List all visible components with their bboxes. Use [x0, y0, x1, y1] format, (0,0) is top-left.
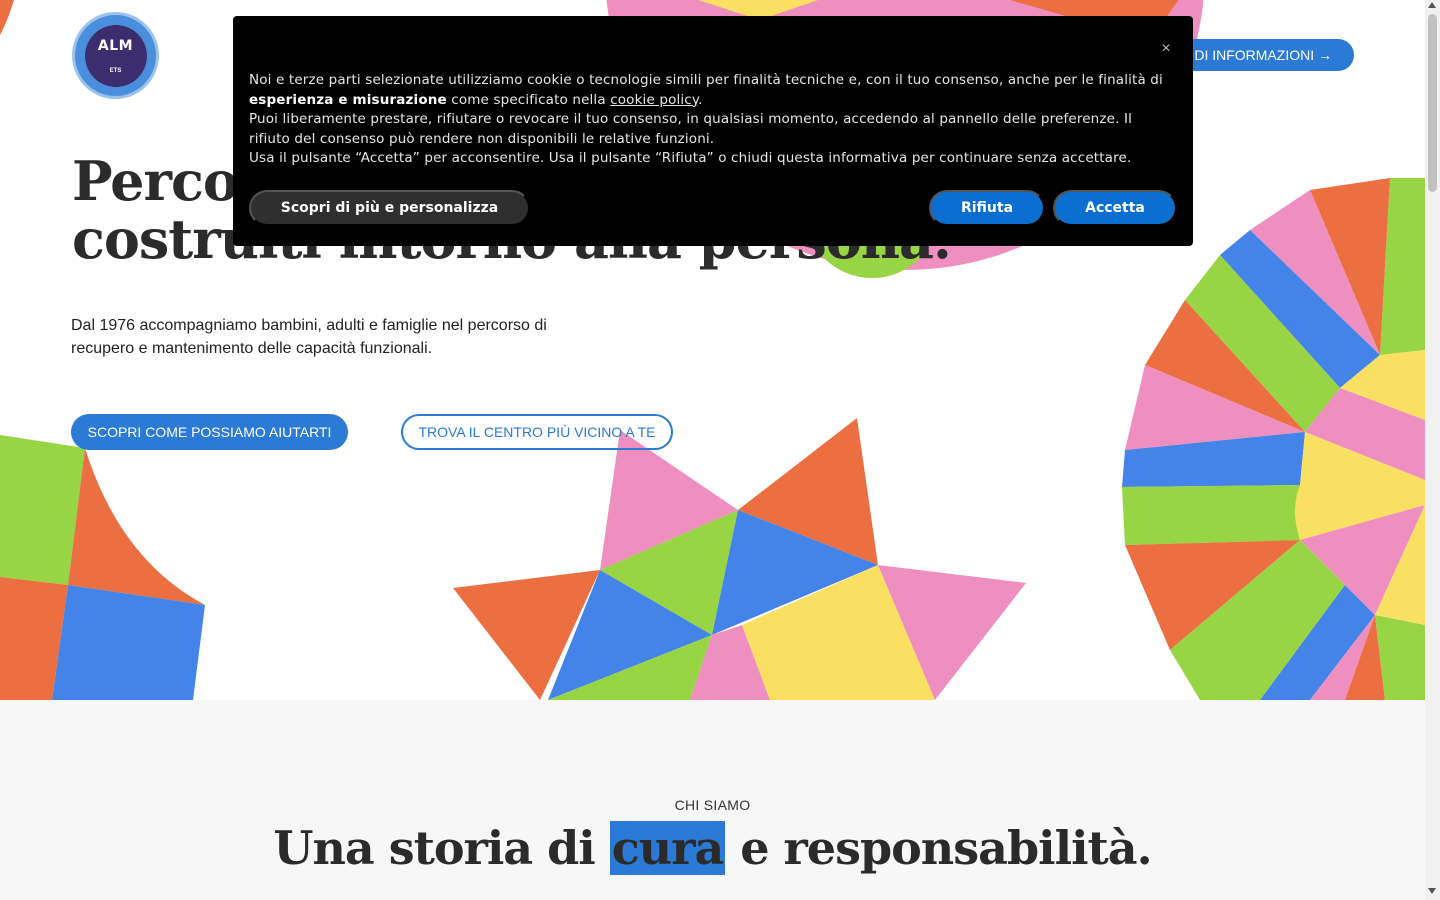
- cookie-text-1: Noi e terze parti selezionate utilizziam…: [249, 72, 1163, 88]
- cookie-text-5: Usa il pulsante “Accetta” per acconsenti…: [249, 150, 1132, 166]
- left-shape: [0, 435, 205, 700]
- find-center-button[interactable]: TROVA IL CENTRO PIÙ VICINO A TE: [401, 414, 673, 450]
- close-icon[interactable]: ×: [1155, 38, 1177, 60]
- reject-button[interactable]: Rifiuta: [929, 190, 1045, 226]
- cookie-text-bold: esperienza e misurazione: [249, 91, 447, 108]
- scroll-down-arrow-icon[interactable]: [1428, 888, 1436, 894]
- right-sunburst-shape: [1122, 178, 1425, 700]
- logo-emblem: ALM ETS: [84, 24, 147, 87]
- about-title-after: e responsabilità.: [725, 821, 1152, 875]
- page-scrollbar[interactable]: [1425, 0, 1440, 900]
- cookie-text-3: .: [698, 91, 703, 108]
- page: ALM ETS DI INFORMAZIONI → Percorsi di cu…: [0, 0, 1425, 900]
- accept-button[interactable]: Accetta: [1053, 190, 1177, 226]
- about-title-before: Una storia di: [273, 821, 610, 875]
- cookie-banner-text: Noi e terze parti selezionate utilizziam…: [249, 71, 1177, 169]
- about-title: Una storia di cura e responsabilità.: [0, 816, 1425, 880]
- cookie-text-4: Puoi liberamente prestare, rifiutare o r…: [249, 111, 1132, 147]
- scroll-up-arrow-icon[interactable]: [1428, 2, 1436, 8]
- center-star-shape: [453, 418, 1026, 700]
- logo-text: ALM: [97, 37, 134, 54]
- scroll-thumb[interactable]: [1428, 14, 1437, 192]
- cookie-policy-link[interactable]: cookie policy: [610, 92, 698, 108]
- about-title-highlight: cura: [609, 821, 726, 875]
- logo-subtext: ETS: [109, 67, 122, 74]
- alm-logo[interactable]: ALM ETS: [72, 12, 159, 99]
- cookie-text-2: come specificato nella: [446, 91, 611, 108]
- about-section: CHI SIAMO Una storia di cura e responsab…: [0, 700, 1425, 900]
- cookie-banner: × Noi e terze parti selezionate utilizzi…: [233, 16, 1193, 246]
- discover-help-button[interactable]: SCOPRI COME POSSIAMO AIUTARTI: [71, 414, 348, 450]
- about-eyebrow: CHI SIAMO: [674, 797, 751, 813]
- hero-description: Dal 1976 accompagniamo bambini, adulti e…: [71, 317, 547, 357]
- customize-button[interactable]: Scopri di più e personalizza: [249, 190, 530, 226]
